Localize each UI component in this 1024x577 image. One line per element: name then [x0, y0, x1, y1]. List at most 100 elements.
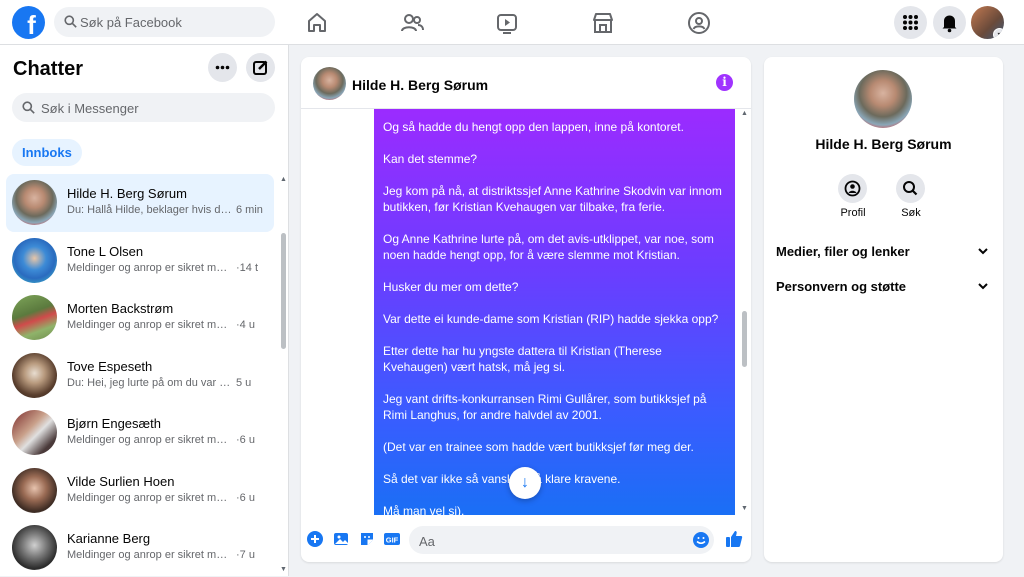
conversation-name: Bjørn Engesæth [67, 416, 161, 431]
conversation-preview: Du: Hallå Hilde, beklager hvis det... [67, 204, 233, 216]
compose-icon [253, 60, 268, 75]
thumbs-up-icon[interactable] [724, 529, 744, 549]
conversation-item[interactable]: Karianne Berg Meldinger og anrop er sikr… [6, 519, 274, 577]
conversation-item[interactable]: Bjørn Engesæth Meldinger og anrop er sik… [6, 404, 274, 462]
message-paragraph: Og Anne Kathrine lurte på, om det avis-u… [383, 232, 714, 262]
scroll-to-bottom-button[interactable]: ↓ [509, 467, 541, 499]
friends-icon[interactable] [400, 11, 424, 35]
message-composer: GIF Aa [301, 521, 751, 562]
profile-button-label: Profil [840, 207, 866, 219]
message-paragraph: Så det var ikke så vanskelig å klare kra… [383, 472, 621, 486]
message-paragraph: Jeg vant drifts-konkurransen Rimi Gullår… [383, 392, 707, 422]
message-paragraph: Kan det stemme? [383, 152, 478, 166]
svg-text:GIF: GIF [386, 536, 399, 545]
marketplace-icon[interactable] [591, 11, 615, 35]
scroll-up-arrow-icon[interactable]: ▲ [741, 110, 748, 117]
chats-sidebar: Chatter Søk i Messenger Innboks Hilde H.… [0, 45, 289, 576]
conversation-scrollbar[interactable] [742, 311, 747, 367]
menu-button[interactable] [894, 6, 927, 39]
search-in-conversation-button[interactable] [896, 174, 925, 203]
section-label: Personvern og støtte [776, 279, 907, 294]
conversation-time: ·6 u [236, 434, 255, 446]
conversation-list-scrollbar[interactable] [281, 233, 286, 349]
info-icon[interactable]: i [716, 74, 733, 91]
contact-info-name: Hilde H. Berg Sørum [815, 136, 952, 152]
profile-button[interactable] [838, 174, 867, 203]
message-input[interactable]: Aa [409, 526, 714, 554]
conversation-item[interactable]: Tove Espeseth Du: Hei, jeg lurte på om d… [6, 347, 274, 405]
chat-options-button[interactable] [208, 53, 237, 82]
message-paragraph: Var dette ei kunde-dame som Kristian (RI… [383, 312, 719, 326]
image-icon[interactable] [332, 530, 350, 548]
avatar [12, 467, 57, 513]
message-input-placeholder: Aa [419, 534, 435, 549]
conversation-item[interactable]: Hilde H. Berg Sørum Du: Hallå Hilde, bek… [6, 174, 274, 232]
conversation-name: Vilde Surlien Hoen [67, 473, 175, 489]
search-button-label: Søk [901, 207, 921, 219]
conversation-item[interactable]: Vilde Surlien Hoen Meldinger og anrop er… [6, 462, 274, 520]
conversation-time: 5 u [236, 376, 252, 389]
scroll-down-arrow-icon[interactable]: ▼ [741, 505, 748, 512]
section-label: Medier, filer og lenker [776, 244, 910, 259]
chevron-down-icon [978, 248, 988, 255]
inbox-filter-tab[interactable]: Innboks [12, 139, 82, 166]
messenger-search-placeholder: Søk i Messenger [41, 101, 139, 116]
home-icon[interactable] [305, 11, 329, 35]
conversation-item[interactable]: Morten Backstrøm Meldinger og anrop er s… [6, 289, 274, 347]
more-options-icon [215, 65, 230, 70]
message-bubble: Og så hadde du hengt opp den lappen, inn… [374, 109, 735, 515]
media-files-links-section[interactable]: Medier, filer og lenker [776, 244, 991, 259]
conversation-preview: Meldinger og anrop er sikret med e... [67, 549, 233, 561]
conversation-time: ·6 u [236, 491, 255, 504]
facebook-search-box[interactable]: Søk på Facebook [54, 7, 275, 37]
conversation-preview: Du: Hei, jeg lurte på om du var med... [67, 376, 233, 389]
scroll-up-arrow-icon[interactable]: ▲ [280, 176, 287, 183]
plus-icon[interactable] [306, 530, 324, 548]
profile-icon [844, 180, 861, 197]
conversation-time: ·14 t [236, 261, 259, 274]
privacy-support-section[interactable]: Personvern og støtte [776, 279, 991, 294]
message-paragraph: Og så hadde du hengt opp den lappen, inn… [383, 120, 684, 134]
conversation-header: Hilde H. Berg Sørum i [301, 57, 751, 109]
conversation-name: Tove Espeseth [67, 358, 153, 374]
emoji-icon[interactable] [692, 531, 710, 549]
video-icon[interactable] [495, 11, 519, 35]
account-avatar[interactable]: ▾ [971, 6, 1004, 39]
conversation-preview: Meldinger og anrop er sikret med e... [67, 434, 233, 446]
avatar [12, 237, 57, 283]
conversation-name: Karianne Berg [67, 531, 151, 546]
avatar [12, 525, 57, 570]
new-message-button[interactable] [246, 53, 275, 82]
messenger-search-box[interactable]: Søk i Messenger [12, 93, 275, 122]
contact-info-panel: Hilde H. Berg Sørum Profil Søk Medier, f… [764, 57, 1003, 562]
sticker-icon[interactable] [358, 530, 376, 548]
message-paragraph: Husker du mer om dette? [383, 280, 519, 294]
chevron-down-icon: ▾ [993, 28, 1004, 39]
conversation-list: Hilde H. Berg Sørum Du: Hallå Hilde, bek… [6, 174, 274, 577]
message-paragraph: Jeg kom på nå, at distriktssjef Anne Kat… [383, 184, 722, 214]
conversation-name: Hilde H. Berg Sørum [67, 186, 187, 201]
bell-icon [942, 15, 957, 33]
conversation-preview: Meldinger og anrop er sikret med e... [67, 491, 233, 504]
gif-icon[interactable]: GIF [383, 530, 401, 548]
grid-menu-icon [903, 15, 918, 30]
conversation-time: ·4 u [236, 319, 255, 331]
avatar [12, 410, 57, 455]
conversation-name: Tone L Olsen [67, 243, 144, 259]
message-paragraph: Må man vel si). [383, 504, 465, 515]
facebook-logo[interactable]: f [12, 6, 45, 39]
conversation-name: Morten Backstrøm [67, 301, 174, 316]
contact-name[interactable]: Hilde H. Berg Sørum [352, 77, 488, 93]
avatar [12, 295, 57, 340]
avatar[interactable] [313, 67, 346, 100]
chats-title: Chatter [13, 58, 84, 80]
notifications-button[interactable] [933, 6, 966, 39]
contact-avatar[interactable] [854, 70, 912, 128]
avatar [12, 352, 57, 398]
search-icon [903, 181, 918, 196]
groups-icon[interactable] [687, 11, 711, 35]
scroll-down-arrow-icon[interactable]: ▼ [280, 566, 287, 573]
conversation-item[interactable]: Tone L Olsen Meldinger og anrop er sikre… [6, 232, 274, 290]
facebook-search-placeholder: Søk på Facebook [80, 15, 182, 30]
top-navigation-bar: f Søk på Facebook ▾ [0, 0, 1024, 45]
